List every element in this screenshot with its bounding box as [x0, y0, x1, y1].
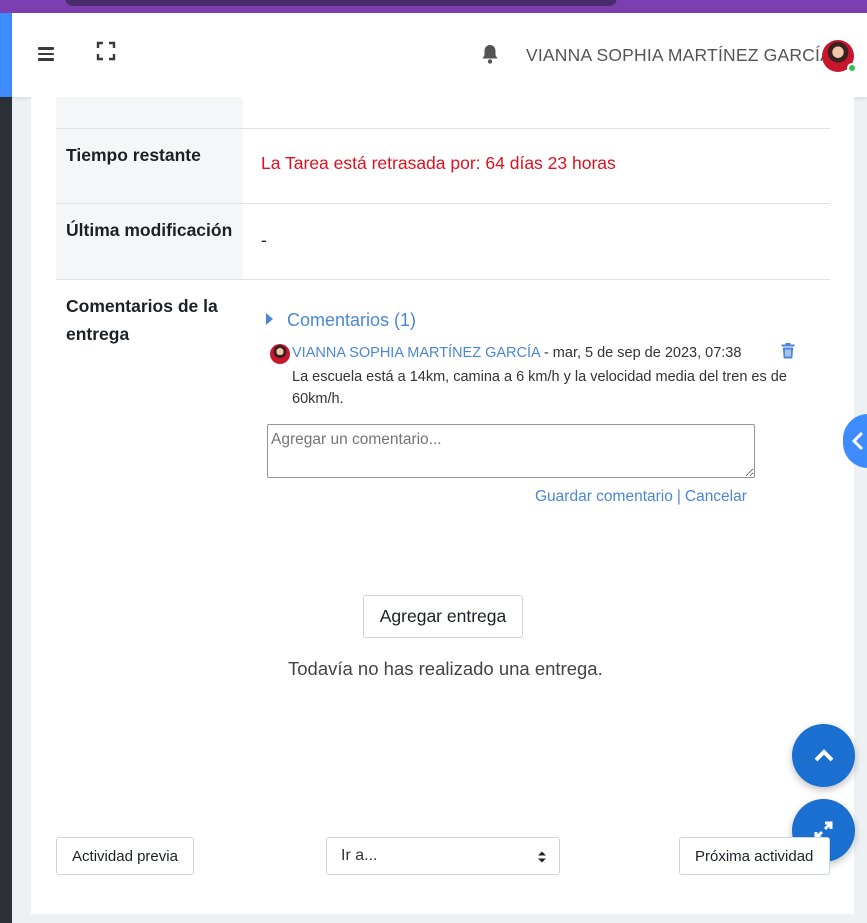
address-pill [65, 0, 617, 6]
comment-actions: Guardar comentario | Cancelar [535, 488, 747, 506]
comment-input[interactable] [267, 424, 755, 478]
row-label: Comentarios de la entrega [66, 296, 218, 344]
caret-right-icon [266, 313, 273, 325]
previous-activity-button[interactable]: Actividad previa [56, 837, 194, 875]
browser-top-strip [0, 0, 867, 13]
comment-avatar [270, 344, 290, 364]
trash-icon[interactable] [781, 343, 797, 361]
chevron-up-icon [814, 749, 834, 762]
table-row-partial [56, 97, 830, 128]
row-label: Tiempo restante [56, 129, 243, 203]
select-arrows-icon [538, 851, 546, 863]
user-name[interactable]: VIANNA SOPHIA MARTÍNEZ GARCÍA [526, 45, 832, 66]
next-activity-button[interactable]: Próxima actividad [679, 837, 830, 875]
chevron-left-icon [851, 431, 864, 451]
row-label-partial [56, 97, 243, 128]
cancel-comment-link[interactable]: Cancelar [685, 488, 747, 505]
submission-status-text: Todavía no has realizado una entrega. [288, 658, 603, 679]
table-row-last-modified: Última modificación - [56, 203, 830, 279]
comments-toggle-label: Comentarios (1) [287, 310, 417, 330]
left-rail-highlight [0, 13, 12, 97]
fullscreen-icon[interactable] [96, 41, 122, 67]
avatar[interactable] [822, 40, 857, 73]
table-row-comments: Comentarios de la entrega Comentarios (1… [56, 279, 830, 579]
table-row-remaining: Tiempo restante La Tarea está retrasada … [56, 128, 830, 203]
row-label: Última modificación [56, 204, 243, 279]
comments-toggle[interactable]: Comentarios (1) [266, 310, 416, 331]
comment-author-link[interactable]: VIANNA SOPHIA MARTÍNEZ GARCÍA [292, 345, 540, 361]
last-modified-value: - [261, 230, 267, 250]
save-comment-link[interactable]: Guardar comentario [535, 488, 673, 505]
navbar: VIANNA SOPHIA MARTÍNEZ GARCÍA [12, 13, 867, 97]
comment-meta: VIANNA SOPHIA MARTÍNEZ GARCÍA - mar, 5 d… [292, 345, 741, 361]
goto-select[interactable]: Ir a... [326, 837, 560, 875]
left-rail [0, 13, 12, 923]
online-status-dot [847, 63, 857, 73]
comment-text: La escuela está a 14km, camina a 6 km/h … [292, 369, 787, 407]
overdue-text: La Tarea está retrasada por: 64 días 23 … [261, 153, 616, 173]
bell-icon[interactable] [480, 43, 502, 67]
back-to-top-button[interactable] [792, 724, 855, 787]
actions-separator: | [676, 488, 681, 505]
add-submission-button[interactable]: Agregar entrega [363, 595, 523, 638]
goto-select-label: Ir a... [341, 847, 378, 864]
comment-date: - mar, 5 de sep de 2023, 07:38 [543, 345, 742, 361]
hamburger-icon[interactable] [36, 41, 62, 67]
